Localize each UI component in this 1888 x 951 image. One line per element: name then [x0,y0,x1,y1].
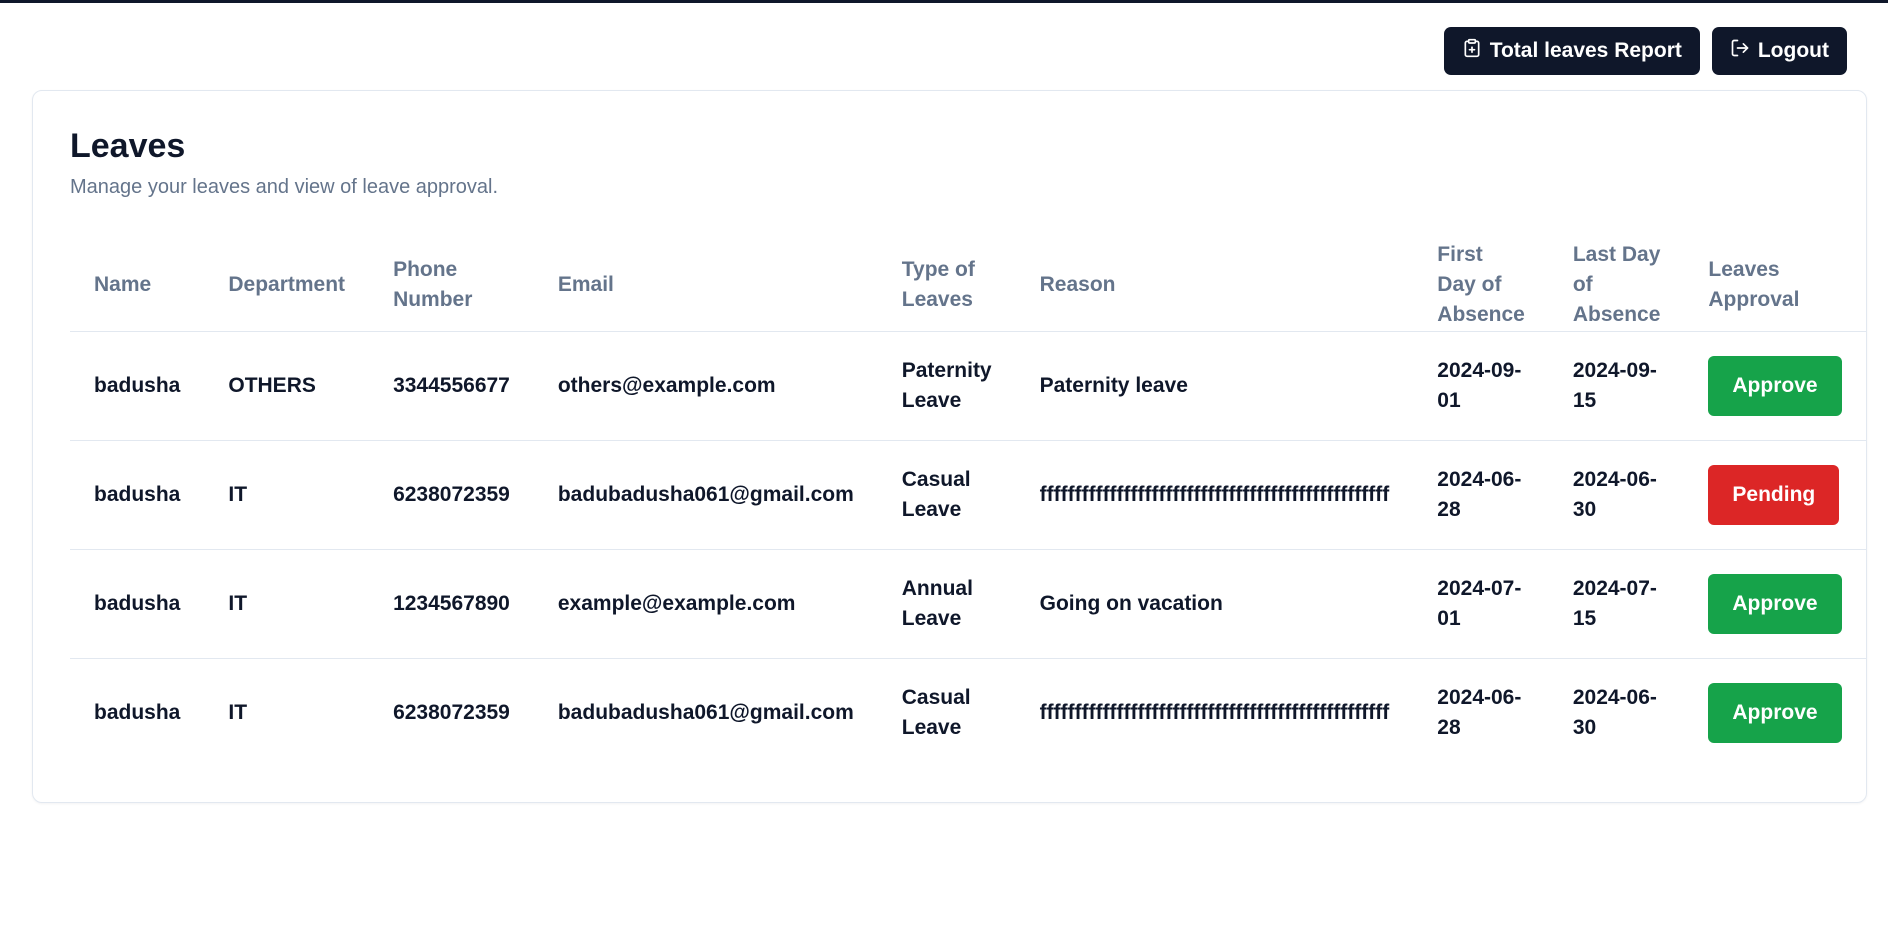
logout-icon [1730,38,1750,64]
clipboard-plus-icon [1462,38,1482,64]
cell-name: badusha [70,440,205,550]
header-actions: Total leaves Report Logout [1443,27,1847,75]
cell-approval: Approve [1684,331,1866,441]
cell-email: badubadusha061@gmail.com [557,701,854,724]
table-row: badusha IT 1234567890 example@example.co… [70,549,1866,659]
cell-leave-type: Paternity Leave [877,331,1016,441]
cell-phone: 6238072359 [393,701,510,724]
leaves-table: Name Department Phone Number Email Type … [70,239,1866,767]
cell-name: badusha [70,331,205,441]
cell-reason: ffffffffffffffffffffffffffffffffffffffff… [1015,440,1414,550]
cell-email: example@example.com [533,549,878,659]
cell-leave-type: Annual Leave [877,549,1016,659]
logout-button-label: Logout [1757,39,1829,62]
cell-approval: Pending [1684,440,1866,550]
table-row: badusha OTHERS 3344556677 others@example… [70,331,1866,441]
column-header-approval: Leaves Approval [1684,239,1866,332]
cell-phone: 3344556677 [369,331,534,441]
cell-first-day: 2024-06-28 [1437,686,1522,739]
logout-button[interactable]: Logout [1711,27,1847,75]
table-row: badusha IT 6238072359 badubadusha061@gma… [70,659,1866,768]
cell-name: badusha [70,549,205,659]
page-subtitle: Manage your leaves and view of leave app… [70,176,499,198]
cell-email: others@example.com [533,331,878,441]
table-row: badusha IT 6238072359 badubadusha061@gma… [70,440,1866,550]
pending-button[interactable]: Pending [1708,465,1840,525]
page-title: Leaves [70,127,186,165]
column-header-department: Department [204,239,370,332]
cell-phone: 6238072359 [369,440,534,550]
cell-reason: Going on vacation [1015,549,1414,659]
column-header-reason: Reason [1015,239,1414,332]
cell-approval: Approve [1684,549,1866,659]
cell-approval: Approve [1684,659,1865,768]
column-header-last-day: Last Day of Absence [1548,239,1685,332]
column-header-first-day: First Day of Absence [1413,239,1549,332]
cell-last-day: 2024-07-15 [1548,549,1685,659]
cell-department: IT [204,549,370,659]
cell-first-day: 2024-06-28 [1413,440,1549,550]
cell-last-day: 2024-09-15 [1548,331,1685,441]
column-header-type: Type of Leaves [877,239,1016,332]
table-header-row: Name Department Phone Number Email Type … [70,239,1866,332]
report-button-label: Total leaves Report [1489,39,1682,62]
cell-first-day: 2024-09-01 [1413,331,1549,441]
total-leaves-report-button[interactable]: Total leaves Report [1443,27,1700,75]
cell-department: IT [228,701,248,724]
cell-first-day: 2024-07-01 [1413,549,1549,659]
cell-last-day: 2024-06-30 [1548,440,1685,550]
column-header-phone: Phone Number [369,239,534,332]
leaves-card: Leaves Manage your leaves and view of le… [32,90,1867,803]
cell-department: IT [204,440,370,550]
column-header-name: Name [70,239,205,332]
cell-reason: ffffffffffffffffffffffffffffffffffffffff… [1039,701,1390,724]
approve-button[interactable]: Approve [1708,356,1842,416]
column-header-email: Email [533,239,878,332]
cell-phone: 1234567890 [369,549,534,659]
cell-leave-type: Casual Leave [901,686,971,739]
approve-button[interactable]: Approve [1708,683,1842,743]
cell-last-day: 2024-06-30 [1572,686,1657,739]
cell-department: OTHERS [204,331,370,441]
approve-button[interactable]: Approve [1708,574,1842,634]
cell-leave-type: Casual Leave [877,440,1016,550]
cell-name: badusha [94,701,181,724]
cell-reason: Paternity leave [1015,331,1414,441]
cell-email: badubadusha061@gmail.com [533,440,878,550]
